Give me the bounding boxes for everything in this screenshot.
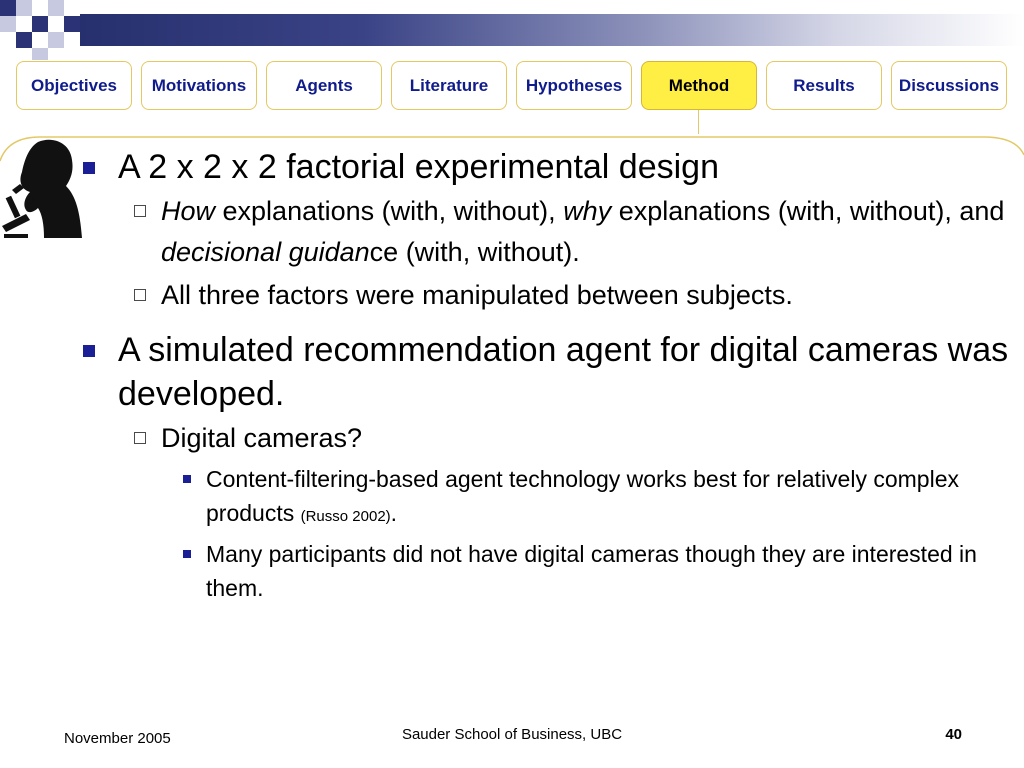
hollow-square-bullet-icon <box>134 432 146 444</box>
bullet-square-icon <box>83 162 95 174</box>
tab-method[interactable]: Method <box>641 61 757 110</box>
bullet-simulated-agent: A simulated recommendation agent for dig… <box>80 328 1010 605</box>
scientist-microscope-illustration <box>2 139 83 238</box>
sub-sub-bullet-content-filtering: Content-filtering-based agent technology… <box>80 462 1010 534</box>
sub-sub-bullet-participants: Many participants did not have digital c… <box>80 537 1010 605</box>
bullet-text: A simulated recommendation agent for dig… <box>118 331 1009 413</box>
text-fragment: ce (with, without). <box>369 237 580 267</box>
tab-objectives[interactable]: Objectives <box>16 61 132 110</box>
sub-bullet-between-subjects: All three factors were manipulated betwe… <box>80 275 1010 316</box>
navigation-tabs: Objectives Motivations Agents Literature… <box>0 0 1024 134</box>
tab-hypotheses[interactable]: Hypotheses <box>516 61 632 110</box>
tab-discussions[interactable]: Discussions <box>891 61 1007 110</box>
small-square-bullet-icon <box>183 550 191 558</box>
tab-motivations[interactable]: Motivations <box>141 61 257 110</box>
slide-content: A 2 x 2 x 2 factorial experimental desig… <box>80 145 1010 611</box>
how-emphasis: How <box>161 196 216 226</box>
bullet-square-icon <box>83 345 95 357</box>
sub-bullet-text: How explanations (with, without), why ex… <box>124 191 1010 273</box>
text-fragment: explanations (with, without), and <box>611 196 1005 226</box>
small-square-bullet-icon <box>183 475 191 483</box>
active-tab-connector <box>698 110 699 134</box>
hollow-square-bullet-icon <box>134 205 146 217</box>
decisional-guidance-emphasis: decisional guidan <box>161 237 370 267</box>
bullet-factorial-design: A 2 x 2 x 2 factorial experimental desig… <box>80 145 1010 316</box>
text-fragment: explanations (with, without), <box>215 196 564 226</box>
tab-literature[interactable]: Literature <box>391 61 507 110</box>
hollow-square-bullet-icon <box>134 289 146 301</box>
citation: (Russo 2002) <box>300 508 391 525</box>
bullet-text: Many participants did not have digital c… <box>206 541 977 601</box>
why-emphasis: why <box>563 196 612 226</box>
page-number: 40 <box>945 726 962 743</box>
text-fragment: . <box>390 500 398 526</box>
sub-bullet-explanations: How explanations (with, without), why ex… <box>80 191 1010 273</box>
tab-results[interactable]: Results <box>766 61 882 110</box>
bullet-text: A 2 x 2 x 2 factorial experimental desig… <box>118 148 719 186</box>
sub-bullet-text: All three factors were manipulated betwe… <box>161 280 793 310</box>
sub-bullet-text: Digital cameras? <box>161 423 363 453</box>
tab-agents[interactable]: Agents <box>266 61 382 110</box>
footer-institution: Sauder School of Business, UBC <box>401 726 623 743</box>
sub-bullet-digital-cameras: Digital cameras? Content-filtering-based… <box>80 418 1010 605</box>
